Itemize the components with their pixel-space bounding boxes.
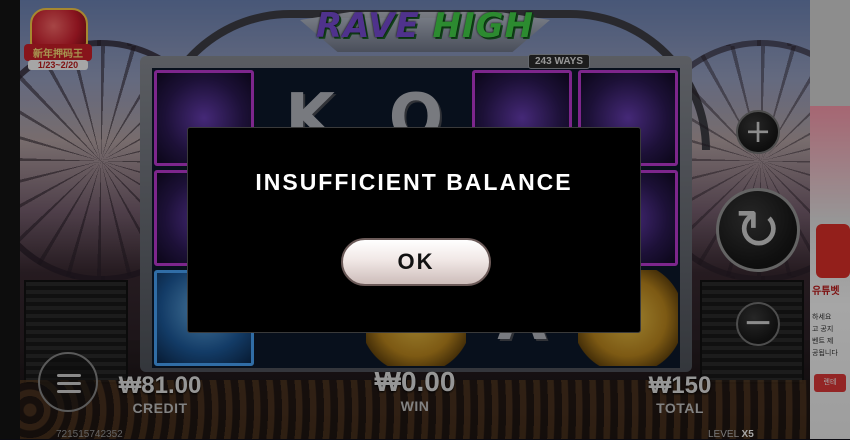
insufficient-balance-dialog: INSUFFICIENT BALANCE OK (187, 127, 641, 333)
dialog-message: INSUFFICIENT BALANCE (255, 169, 573, 195)
ok-button[interactable]: OK (341, 238, 491, 286)
